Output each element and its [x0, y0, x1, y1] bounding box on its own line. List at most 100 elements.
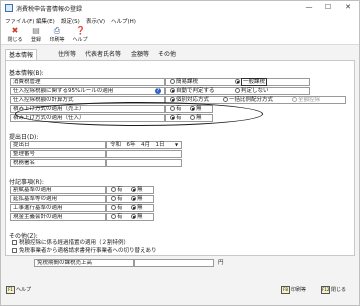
- exempt-switch-checkbox-row[interactable]: 免税事業者から適格請求書発行事業者への切り替えあり: [10, 248, 270, 256]
- help-button[interactable]: ❓ ヘルプ: [69, 26, 91, 44]
- row-label: 工事進行基準の適用: [10, 204, 106, 212]
- close-button-label: 閉じる: [7, 37, 23, 43]
- menu-edit[interactable]: 編集(E): [36, 17, 55, 25]
- menu-settings[interactable]: 設定(S): [61, 17, 80, 25]
- function-key-bar: F1 ヘルプ F8 印刷等 F12 閉じる: [1, 284, 359, 297]
- print-button-label: 印刷等: [49, 37, 65, 43]
- menu-file[interactable]: ファイル(F): [5, 17, 34, 25]
- tab-representative[interactable]: 代表者氏名等: [82, 49, 124, 60]
- radio-icon: [131, 187, 136, 192]
- option-yes[interactable]: 有: [111, 214, 123, 220]
- f12-key-icon: F12: [321, 286, 330, 294]
- print-button[interactable]: ⎙ 印刷等: [46, 26, 68, 44]
- tab-address[interactable]: 住所等: [55, 49, 79, 60]
- checkbox-icon: [12, 240, 17, 245]
- row-label: 税務署名: [10, 159, 106, 167]
- option-general[interactable]: 一般課税: [235, 78, 268, 86]
- radio-icon: [131, 214, 136, 219]
- checkbox-icon: [12, 248, 17, 253]
- register-button[interactable]: ▤ 登録: [25, 26, 47, 44]
- menu-bar: ファイル(F) 編集(E) 設定(S) 表示(V) ヘルプ(H): [1, 15, 359, 25]
- register-button-label: 登録: [30, 37, 41, 43]
- radio-icon: [111, 205, 116, 210]
- reference-number-field[interactable]: [106, 150, 182, 158]
- register-icon: ▤: [32, 26, 40, 35]
- 95-percent-rule-row: 仕入控除税額に関する95%ルールの適用 ? 自動で判定する 判定しない: [10, 87, 310, 95]
- radio-icon: [170, 97, 175, 102]
- reference-number-row: 整理番号: [10, 150, 182, 158]
- calendar-dropdown-icon[interactable]: ▼: [175, 142, 178, 148]
- help-icon: ❓: [75, 26, 86, 35]
- option-no[interactable]: 無: [131, 196, 143, 202]
- option-no[interactable]: 無: [131, 187, 143, 193]
- exempt-sales-field[interactable]: [134, 259, 214, 267]
- option-yes[interactable]: 有: [111, 187, 123, 193]
- basic-info-group-title: 基本情報(B):: [9, 70, 44, 77]
- title-bar: 消費税申告書情報の登録 — ☐ ✕: [1, 1, 359, 15]
- f1-help-button[interactable]: F1 ヘルプ: [6, 286, 31, 295]
- close-button[interactable]: ✖ 閉じる: [4, 26, 26, 44]
- toolbar: ✖ 閉じる ▤ 登録 ⎙ 印刷等 ❓ ヘルプ: [1, 25, 359, 45]
- row-label: 整理番号: [10, 150, 106, 158]
- radio-icon: [235, 79, 240, 84]
- f8-print-button[interactable]: F8 印刷等: [281, 286, 306, 295]
- app-icon: [5, 4, 13, 12]
- row-label: 仕入控除税額に関する95%ルールの適用: [10, 87, 165, 95]
- notes-group-title: 付記事項(R):: [9, 179, 44, 186]
- tax-management-row: 消費税管理 簡易課税 一般課税: [10, 78, 310, 86]
- maximize-button[interactable]: ☐: [320, 2, 336, 13]
- tax-office-row: 税務署名: [10, 159, 182, 167]
- radio-icon: [170, 88, 175, 93]
- minimize-button[interactable]: —: [301, 2, 317, 13]
- exempt-switch-checkbox[interactable]: 免税事業者から適格請求書発行事業者への切り替えあり: [12, 248, 157, 254]
- radio-icon: [111, 196, 116, 201]
- option-no[interactable]: 無: [131, 205, 143, 211]
- help-circle-icon: ?: [155, 88, 161, 94]
- radio-icon: [223, 97, 228, 102]
- cash-basis-row: 現金主義会計の適用 有 無: [10, 213, 154, 221]
- menu-help[interactable]: ヘルプ(H): [111, 17, 136, 25]
- row-label: 提出日: [10, 141, 106, 149]
- exempt-sales-row: 免税期間の課税売上高 円: [34, 259, 234, 267]
- print-icon: ⎙: [53, 26, 61, 35]
- submission-date-value: 令和 6年 4月 1日: [110, 142, 165, 148]
- row-label: 免税期間の課税売上高: [34, 259, 134, 267]
- menu-view[interactable]: 表示(V): [86, 17, 105, 25]
- tab-basic-info[interactable]: 基本情報: [5, 49, 38, 60]
- highlight-ellipse: [15, 102, 263, 126]
- help-button-label: ヘルプ: [72, 37, 88, 43]
- transitional-measure-checkbox-row[interactable]: 税額控除に係る経過措置の適用（２割特例）: [10, 240, 210, 248]
- tax-office-field[interactable]: [106, 159, 182, 167]
- amount-unit: 円: [218, 260, 224, 266]
- option-simplified[interactable]: 簡易課税: [170, 79, 198, 85]
- other-group-title: その他(Z):: [9, 233, 38, 240]
- option-yes[interactable]: 有: [111, 205, 123, 211]
- radio-icon: [111, 187, 116, 192]
- close-icon: ✖: [11, 26, 19, 35]
- option-no[interactable]: 無: [131, 214, 143, 220]
- option-full-deduction[interactable]: 全額控除: [292, 97, 320, 103]
- f8-key-icon: F8: [281, 286, 290, 294]
- radio-icon: [235, 88, 240, 93]
- tab-amounts[interactable]: 金額等: [128, 49, 152, 60]
- option-yes[interactable]: 有: [111, 196, 123, 202]
- help-badge[interactable]: ?: [155, 88, 161, 94]
- row-label: 現金主義会計の適用: [10, 213, 106, 221]
- option-no-judge[interactable]: 判定しない: [235, 88, 269, 94]
- row-label: 割賦基準の適用: [10, 186, 106, 194]
- f12-close-button[interactable]: F12 閉じる: [321, 286, 346, 295]
- option-auto-judge[interactable]: 自動で判定する: [170, 88, 215, 94]
- tab-other[interactable]: その他: [155, 49, 179, 60]
- construction-progress-row: 工事進行基準の適用 有 無: [10, 204, 154, 212]
- radio-icon: [292, 97, 297, 102]
- transitional-measure-checkbox[interactable]: 税額控除に係る経過措置の適用（２割特例）: [12, 240, 129, 246]
- window-title: 消費税申告書情報の登録: [16, 6, 83, 13]
- tab-panel: 基本情報(B): 消費税管理 簡易課税 一般課税 仕入控除税額に関する95%ルー…: [5, 60, 355, 256]
- radio-icon: [170, 79, 175, 84]
- radio-icon: [131, 196, 136, 201]
- close-window-button[interactable]: ✕: [340, 2, 356, 13]
- option-lump-sum[interactable]: 一括比例配分方式: [223, 97, 273, 103]
- radio-icon: [111, 214, 116, 219]
- f1-key-icon: F1: [6, 286, 15, 294]
- submission-group-title: 提出日(D):: [9, 134, 39, 141]
